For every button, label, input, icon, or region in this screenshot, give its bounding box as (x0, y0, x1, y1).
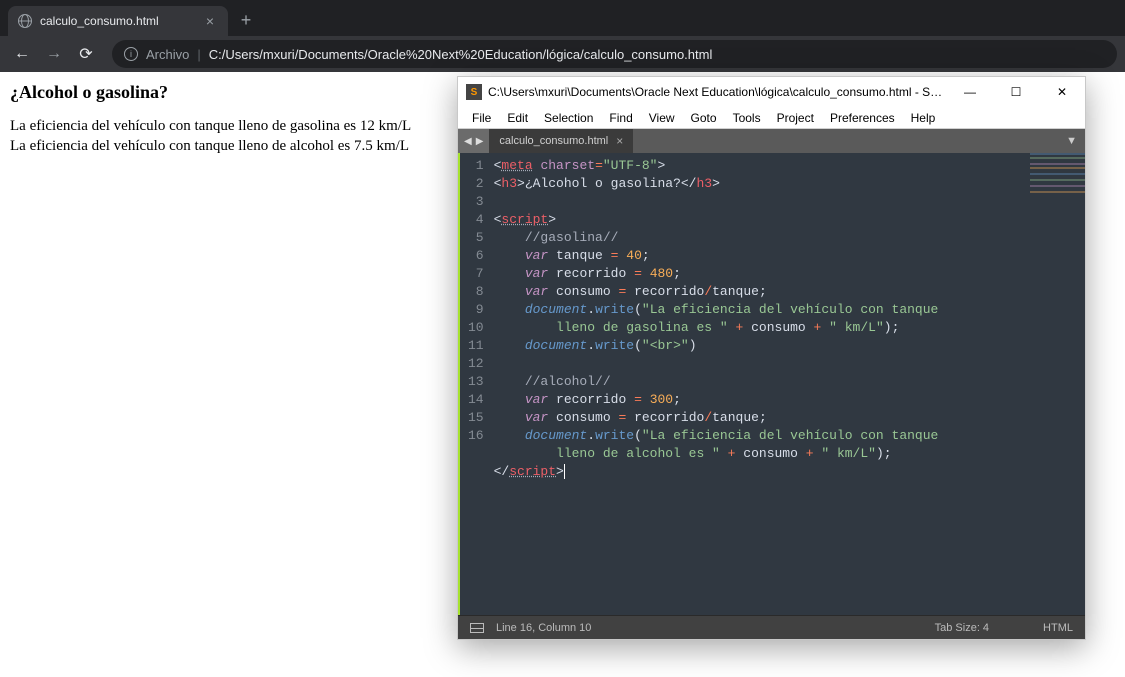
line-gutter: 1 2 3 4 5 6 7 8 9 10 11 12 13 14 15 16 (460, 153, 494, 615)
line-number: 8 (468, 283, 484, 301)
sublime-statusbar: Line 16, Column 10 Tab Size: 4 HTML (458, 615, 1085, 639)
url-text: C:/Users/mxuri/Documents/Oracle%20Next%2… (209, 47, 713, 62)
maximize-button[interactable]: ☐ (993, 77, 1039, 107)
menu-find[interactable]: Find (601, 109, 640, 127)
tab-nav: ◀ ▶ (458, 129, 489, 153)
address-bar[interactable]: i Archivo | C:/Users/mxuri/Documents/Ora… (112, 40, 1117, 68)
globe-icon (18, 14, 32, 28)
line-number: 14 (468, 391, 484, 409)
menu-preferences[interactable]: Preferences (822, 109, 903, 127)
line-number: 5 (468, 229, 484, 247)
browser-chrome: calculo_consumo.html × + ← → ⟳ i Archivo… (0, 0, 1125, 72)
line-number: 9 (468, 301, 484, 319)
tab-title: calculo_consumo.html (40, 14, 194, 28)
browser-toolbar: ← → ⟳ i Archivo | C:/Users/mxuri/Documen… (0, 36, 1125, 72)
status-tab-size[interactable]: Tab Size: 4 (935, 622, 989, 634)
menu-project[interactable]: Project (769, 109, 822, 127)
new-tab-button[interactable]: + (232, 6, 260, 34)
line-number: 13 (468, 373, 484, 391)
editor-area[interactable]: 1 2 3 4 5 6 7 8 9 10 11 12 13 14 15 16 <… (458, 153, 1085, 615)
line-number: 12 (468, 355, 484, 373)
back-button[interactable]: ← (8, 40, 36, 68)
menu-tools[interactable]: Tools (725, 109, 769, 127)
line-number: 11 (468, 337, 484, 355)
line-number: 2 (468, 175, 484, 193)
editor-tab-label: calculo_consumo.html (499, 135, 608, 147)
status-cursor-pos: Line 16, Column 10 (496, 622, 591, 634)
tab-strip: calculo_consumo.html × + (0, 0, 1125, 36)
line-number: 16 (468, 427, 484, 445)
menu-file[interactable]: File (464, 109, 499, 127)
line-number: 3 (468, 193, 484, 211)
code-content[interactable]: <meta charset="UTF-8"><h3>¿Alcohol o gas… (494, 153, 1085, 615)
sublime-title: C:\Users\mxuri\Documents\Oracle Next Edu… (488, 85, 947, 99)
line-number: 10 (468, 319, 484, 337)
line-number: 15 (468, 409, 484, 427)
close-tab-icon[interactable]: × (202, 13, 218, 29)
menu-goto[interactable]: Goto (683, 109, 725, 127)
window-controls: — ☐ ✕ (947, 77, 1085, 107)
status-language[interactable]: HTML (1043, 622, 1073, 634)
url-scheme-label: Archivo (146, 47, 189, 62)
tab-dropdown-icon[interactable]: ▼ (1066, 129, 1085, 153)
minimap[interactable] (1030, 153, 1085, 213)
sublime-menubar: File Edit Selection Find View Goto Tools… (458, 107, 1085, 129)
minimize-button[interactable]: — (947, 77, 993, 107)
line-number: 7 (468, 265, 484, 283)
text-cursor (564, 464, 565, 479)
menu-selection[interactable]: Selection (536, 109, 601, 127)
sublime-titlebar[interactable]: S C:\Users\mxuri\Documents\Oracle Next E… (458, 77, 1085, 107)
reload-button[interactable]: ⟳ (72, 40, 100, 68)
tab-next-icon[interactable]: ▶ (476, 136, 484, 147)
close-editor-tab-icon[interactable]: × (616, 134, 623, 148)
menu-help[interactable]: Help (903, 109, 944, 127)
url-separator: | (197, 47, 200, 62)
line-number: 6 (468, 247, 484, 265)
line-number: 1 (468, 157, 484, 175)
forward-button[interactable]: → (40, 40, 68, 68)
browser-tab[interactable]: calculo_consumo.html × (8, 6, 228, 36)
sublime-app-icon: S (466, 84, 482, 100)
panel-icon[interactable] (470, 623, 484, 633)
line-number: 4 (468, 211, 484, 229)
info-icon: i (124, 47, 138, 61)
close-window-button[interactable]: ✕ (1039, 77, 1085, 107)
menu-view[interactable]: View (641, 109, 683, 127)
tab-prev-icon[interactable]: ◀ (464, 136, 472, 147)
sublime-tabbar: ◀ ▶ calculo_consumo.html × ▼ (458, 129, 1085, 153)
sublime-window: S C:\Users\mxuri\Documents\Oracle Next E… (457, 76, 1086, 640)
editor-tab[interactable]: calculo_consumo.html × (489, 129, 633, 153)
menu-edit[interactable]: Edit (499, 109, 536, 127)
